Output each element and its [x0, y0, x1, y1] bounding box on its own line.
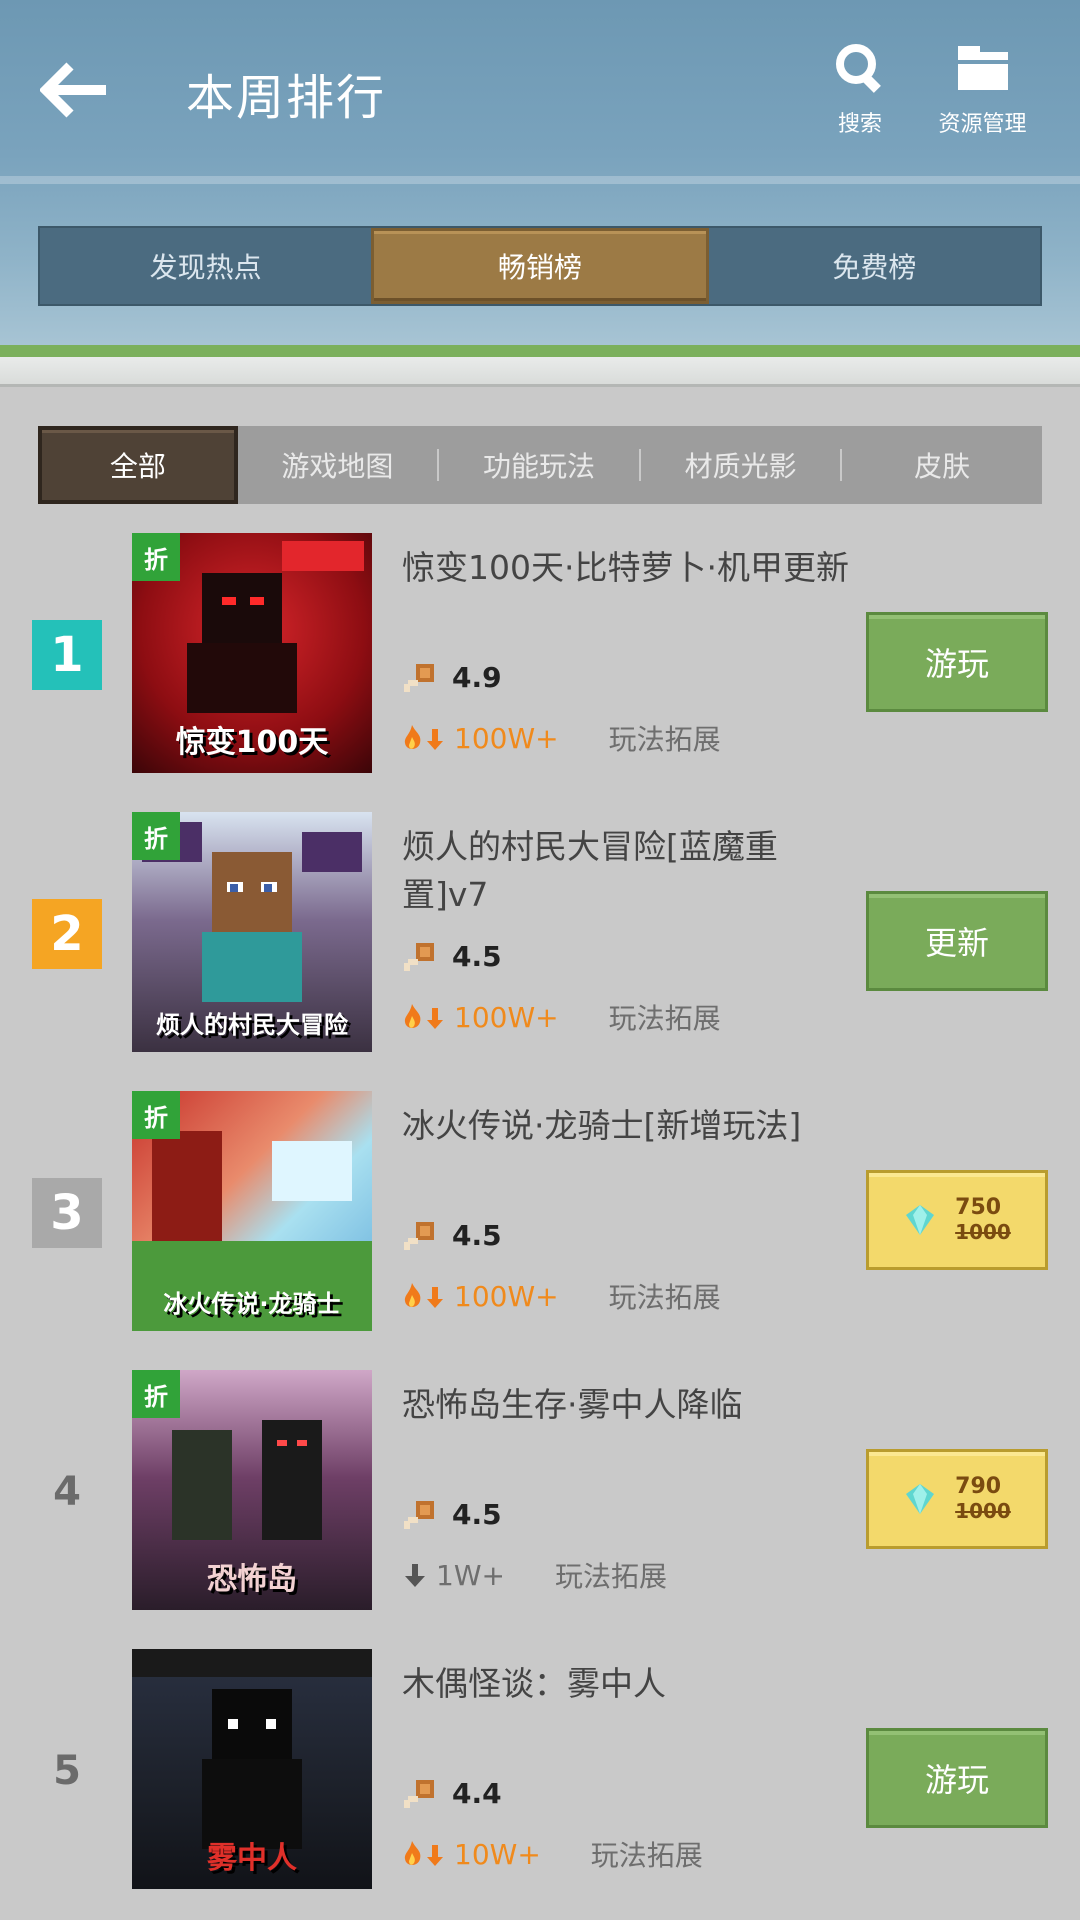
drumstick-icon: [404, 1501, 434, 1529]
diamond-icon: [906, 1205, 935, 1235]
drumstick-icon: [404, 664, 434, 692]
hot-trend-icon: [404, 1283, 443, 1308]
item-stats: 100W+ 玩法拓展: [402, 997, 721, 1037]
download-count: 10W+: [454, 1837, 541, 1871]
item-cover[interactable]: 恐怖岛 折: [132, 1370, 372, 1610]
discount-badge: 折: [132, 812, 180, 860]
drumstick-icon: [404, 1222, 434, 1250]
buy-button[interactable]: 750 1000: [866, 1170, 1048, 1270]
cover-title: 恐怖岛: [207, 1562, 297, 1597]
back-button[interactable]: [30, 50, 120, 130]
item-title[interactable]: 冰火传说·龙骑士[新增玩法]: [402, 1102, 862, 1150]
hot-trend-icon: [404, 725, 443, 750]
category-tab-bar: 全部 游戏地图 功能玩法 材质光影 皮肤: [38, 426, 1042, 504]
price-stack: 750 1000: [955, 1195, 1011, 1245]
download-count: 1W+: [436, 1558, 505, 1592]
cover-title: 惊变100天: [175, 725, 329, 760]
list-item[interactable]: 5 雾中人 木偶怪谈：雾中人 4.4 10W+ 玩法拓展 游玩: [0, 1646, 1080, 1896]
folder-icon: [957, 46, 1008, 90]
main-tab-bar: 发现热点 畅销榜 免费榜: [38, 226, 1042, 306]
list-item[interactable]: 2 烦人的村民大冒险 折 烦人的村民大冒险[蓝魔重置]v7 4.5 100W+ …: [0, 809, 1080, 1059]
cover-title: 冰火传说·龙骑士: [163, 1290, 341, 1318]
discount-badge: 折: [132, 1091, 180, 1139]
category-tab-skins[interactable]: 皮肤: [842, 426, 1042, 504]
item-rating: 4.4: [402, 1774, 502, 1812]
item-category: 玩法拓展: [608, 1281, 721, 1314]
cover-title: 烦人的村民大冒险: [156, 1011, 348, 1039]
discount-badge: 折: [132, 1370, 180, 1418]
hot-trend-icon: [404, 1841, 443, 1866]
download-arrow-icon: [405, 1564, 425, 1587]
download-count: 100W+: [454, 1279, 559, 1313]
item-rating: 4.5: [402, 1216, 502, 1254]
rank-number: 5: [53, 1748, 81, 1794]
play-button[interactable]: 游玩: [866, 612, 1048, 712]
item-stats: 100W+ 玩法拓展: [402, 1276, 721, 1316]
download-count: 100W+: [454, 1000, 559, 1034]
list-item[interactable]: 1 惊变100天 折 惊变100天·比特萝卜·机甲更新 4.9 100W+ 玩法…: [0, 530, 1080, 780]
resource-manager-button[interactable]: 资源管理: [925, 40, 1040, 138]
item-category: 玩法拓展: [608, 723, 721, 756]
top-header: 本周排行 搜索 资源管理 发现热点 畅销榜 免费榜: [0, 0, 1080, 345]
rank-badge: 1: [32, 620, 102, 690]
rank-number: 4: [53, 1469, 81, 1515]
item-cover[interactable]: 惊变100天 折: [132, 533, 372, 773]
download-count: 100W+: [454, 721, 559, 755]
item-title[interactable]: 烦人的村民大冒险[蓝魔重置]v7: [402, 823, 862, 919]
tab-discover-hot[interactable]: 发现热点: [40, 228, 371, 304]
item-stats: 10W+ 玩法拓展: [402, 1834, 703, 1874]
search-button[interactable]: 搜索: [820, 40, 900, 138]
discount-price: 790: [955, 1474, 1002, 1499]
original-price: 1000: [955, 1220, 1011, 1244]
tab-free[interactable]: 免费榜: [709, 228, 1040, 304]
diamond-icon: [906, 1484, 935, 1514]
category-tab-textures[interactable]: 材质光影: [641, 426, 841, 504]
rank-badge: 2: [32, 899, 102, 969]
item-stats: 100W+ 玩法拓展: [402, 718, 721, 758]
update-button[interactable]: 更新: [866, 891, 1048, 991]
item-stats: 1W+ 玩法拓展: [402, 1555, 667, 1595]
rating-score: 4.9: [452, 660, 502, 694]
back-arrow-icon: [40, 62, 106, 118]
item-category: 玩法拓展: [608, 1002, 721, 1035]
item-cover[interactable]: 烦人的村民大冒险 折: [132, 812, 372, 1052]
rating-score: 4.4: [452, 1776, 502, 1810]
item-category: 玩法拓展: [590, 1839, 703, 1872]
item-rating: 4.5: [402, 1495, 502, 1533]
cover-title: 雾中人: [207, 1841, 297, 1876]
search-icon: [836, 44, 881, 93]
discount-badge: 折: [132, 533, 180, 581]
item-cover[interactable]: 雾中人: [132, 1649, 372, 1889]
item-rating: 4.5: [402, 937, 502, 975]
header-divider: [0, 345, 1080, 357]
category-tab-all[interactable]: 全部: [38, 426, 238, 504]
category-tab-maps[interactable]: 游戏地图: [238, 426, 438, 504]
category-tab-gameplay[interactable]: 功能玩法: [439, 426, 639, 504]
price-stack: 790 1000: [955, 1474, 1011, 1524]
original-price: 1000: [955, 1499, 1011, 1523]
rating-score: 4.5: [452, 939, 502, 973]
drumstick-icon: [404, 1780, 434, 1808]
item-rating: 4.9: [402, 658, 502, 696]
rating-score: 4.5: [452, 1218, 502, 1252]
item-title[interactable]: 恐怖岛生存·雾中人降临: [402, 1381, 862, 1429]
list-item[interactable]: 3 冰火传说·龙骑士 折 冰火传说·龙骑士[新增玩法] 4.5 100W+ 玩法…: [0, 1088, 1080, 1338]
header-strip: [0, 357, 1080, 387]
rank-badge: 3: [32, 1178, 102, 1248]
item-category: 玩法拓展: [554, 1560, 667, 1593]
list-item[interactable]: 4 恐怖岛 折 恐怖岛生存·雾中人降临 4.5 1W+ 玩法拓展 790 100…: [0, 1367, 1080, 1617]
search-label: 搜索: [837, 112, 882, 137]
item-cover[interactable]: 冰火传说·龙骑士 折: [132, 1091, 372, 1331]
buy-button[interactable]: 790 1000: [866, 1449, 1048, 1549]
resource-manager-label: 资源管理: [938, 112, 1027, 137]
hot-trend-icon: [404, 1004, 443, 1029]
tab-bestseller[interactable]: 畅销榜: [371, 228, 709, 304]
item-title[interactable]: 木偶怪谈：雾中人: [402, 1660, 862, 1708]
rating-score: 4.5: [452, 1497, 502, 1531]
page-title: 本周排行: [186, 70, 387, 126]
discount-price: 750: [955, 1195, 1002, 1220]
play-button[interactable]: 游玩: [866, 1728, 1048, 1828]
item-title[interactable]: 惊变100天·比特萝卜·机甲更新: [402, 544, 862, 592]
drumstick-icon: [404, 943, 434, 971]
